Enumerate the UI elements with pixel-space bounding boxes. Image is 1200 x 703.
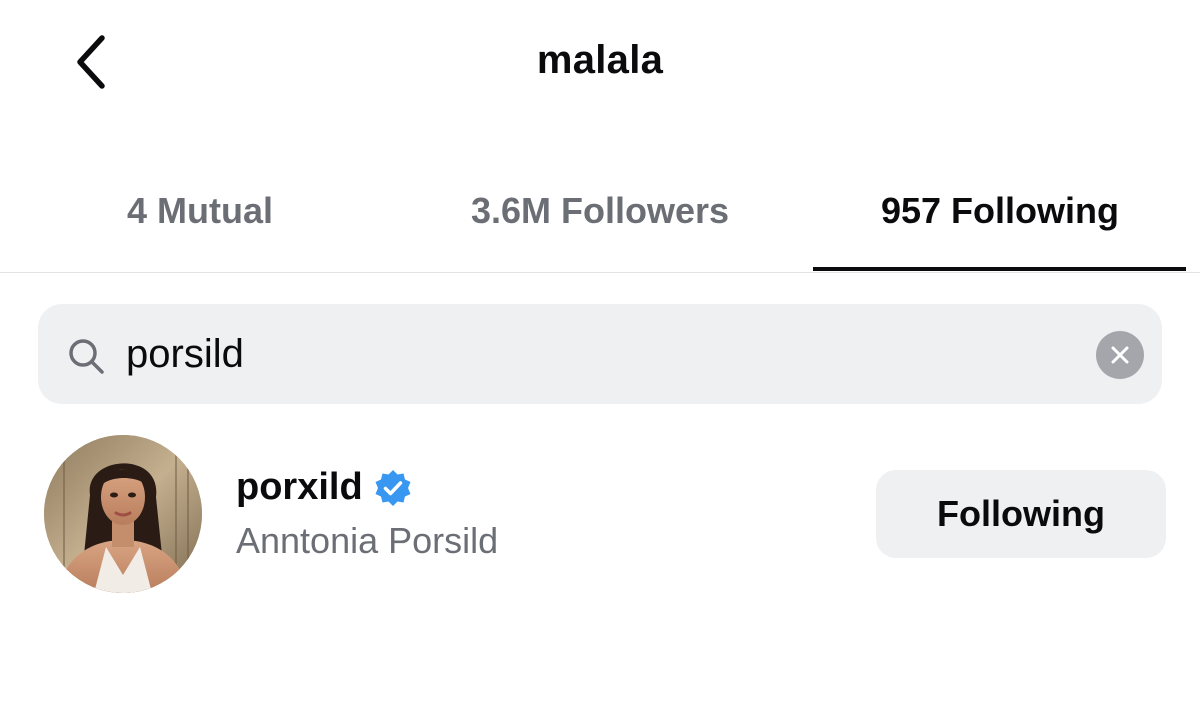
tab-mutual[interactable]: 4 Mutual [0,190,400,232]
avatar-photo [44,435,202,593]
avatar[interactable] [44,435,202,593]
page-title: malala [536,38,664,82]
username[interactable]: porxild [236,466,363,509]
active-tab-indicator [813,267,1186,271]
tab-bar: 4 Mutual 3.6M Followers 957 Following [0,160,1200,273]
search-icon [69,339,104,374]
tab-followers[interactable]: 3.6M Followers [400,190,800,232]
full-name: Anntonia Porsild [236,520,499,561]
clear-search-button[interactable] [1096,331,1144,379]
following-button[interactable]: Following [876,470,1166,558]
search-input[interactable] [126,322,1066,386]
tab-following[interactable]: 957 Following [800,190,1200,232]
username-line: porxild [236,466,413,509]
clear-icon [1111,346,1129,364]
list-item[interactable]: porxild Anntonia Porsild Following [0,430,1200,600]
top-nav-bar: malala [0,0,1200,125]
search-bar[interactable] [38,304,1162,404]
verified-badge-icon [375,469,411,506]
